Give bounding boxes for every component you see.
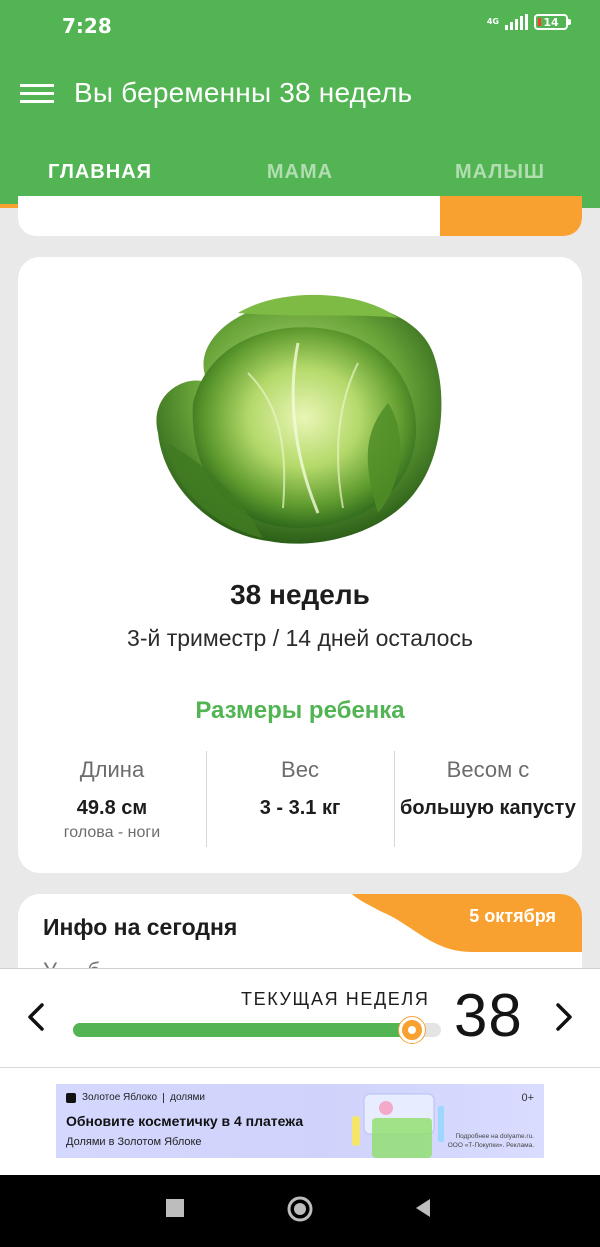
info-title: Инфо на сегодня — [43, 914, 238, 940]
page-title: Вы беременны 38 недель — [74, 77, 413, 108]
stat-sub: голова - ноги — [63, 824, 161, 841]
status-icons: 4G 14 — [486, 14, 571, 30]
previous-card-accent — [440, 196, 582, 236]
cabbage-image — [156, 294, 442, 544]
current-week-label: ТЕКУЩАЯ НЕДЕЛЯ — [241, 989, 430, 1009]
ad-brand-name: Золотое Яблоко — [82, 1092, 158, 1103]
ad-age-rating: 0+ — [521, 1092, 534, 1104]
weeks-heading: 38 недель — [230, 579, 370, 610]
progress-fill — [73, 1023, 412, 1037]
stat-weight: Вес 3 - 3.1 кг — [206, 751, 394, 847]
stat-value: 3 - 3.1 кг — [259, 797, 341, 819]
stat-value: 49.8 см — [76, 797, 148, 819]
status-bar: 7:28 4G 14 — [0, 0, 600, 52]
chevron-left-icon[interactable] — [22, 997, 52, 1037]
system-nav-bar — [0, 1175, 600, 1247]
baby-stats: Длина 49.8 см голова - ноги Вес 3 - 3.1 … — [18, 751, 582, 847]
ad-banner[interactable]: Золотое Яблоко долями Обновите косметичк… — [56, 1084, 544, 1158]
back-icon[interactable] — [412, 1197, 434, 1219]
trimester-text: 3-й триместр / 14 дней осталось — [127, 625, 473, 651]
divider — [163, 1092, 165, 1103]
menu-icon[interactable] — [20, 80, 54, 108]
current-week-number: 38 — [454, 982, 523, 1049]
ad-area: Золотое Яблоко долями Обновите косметичк… — [0, 1068, 600, 1175]
previous-card[interactable] — [18, 196, 582, 236]
stat-length: Длина 49.8 см голова - ноги — [18, 751, 206, 847]
app-bar: Вы беременны 38 недель ГЛАВНАЯ МАМА МАЛЫ… — [0, 52, 600, 208]
date-badge: 5 октября — [469, 906, 556, 926]
week-progress-slider[interactable] — [73, 1017, 441, 1043]
stat-value: большую капусту — [400, 797, 576, 819]
baby-sizes-title: Размеры ребенка — [195, 697, 405, 724]
ad-headline: Обновите косметичку в 4 платежа — [66, 1113, 304, 1129]
progress-knob[interactable] — [398, 1017, 425, 1043]
chevron-right-icon[interactable] — [548, 997, 578, 1037]
status-time: 7:28 — [62, 14, 112, 38]
stat-label: Весом с — [446, 757, 530, 782]
ad-partner: долями — [170, 1092, 205, 1103]
week-card: 38 недель 3-й триместр / 14 дней осталос… — [18, 257, 582, 873]
battery-level: 14 — [543, 15, 559, 29]
stat-label: Длина — [79, 757, 145, 782]
brand-logo-icon — [66, 1092, 76, 1103]
home-icon[interactable] — [286, 1195, 314, 1223]
ad-subline: Долями в Золотом Яблоке — [66, 1136, 202, 1148]
stat-label: Вес — [281, 757, 319, 782]
week-navigator: ТЕКУЩАЯ НЕДЕЛЯ 38 — [0, 968, 600, 1068]
recents-icon[interactable] — [164, 1197, 186, 1219]
ad-brand: Золотое Яблоко долями — [66, 1092, 205, 1103]
stat-comparison: Весом с большую капусту — [394, 751, 582, 847]
cosmetics-illustration-icon — [352, 1093, 444, 1158]
signal-icon — [505, 14, 528, 30]
battery-icon: 14 — [534, 14, 571, 30]
network-type: 4G — [486, 17, 499, 26]
